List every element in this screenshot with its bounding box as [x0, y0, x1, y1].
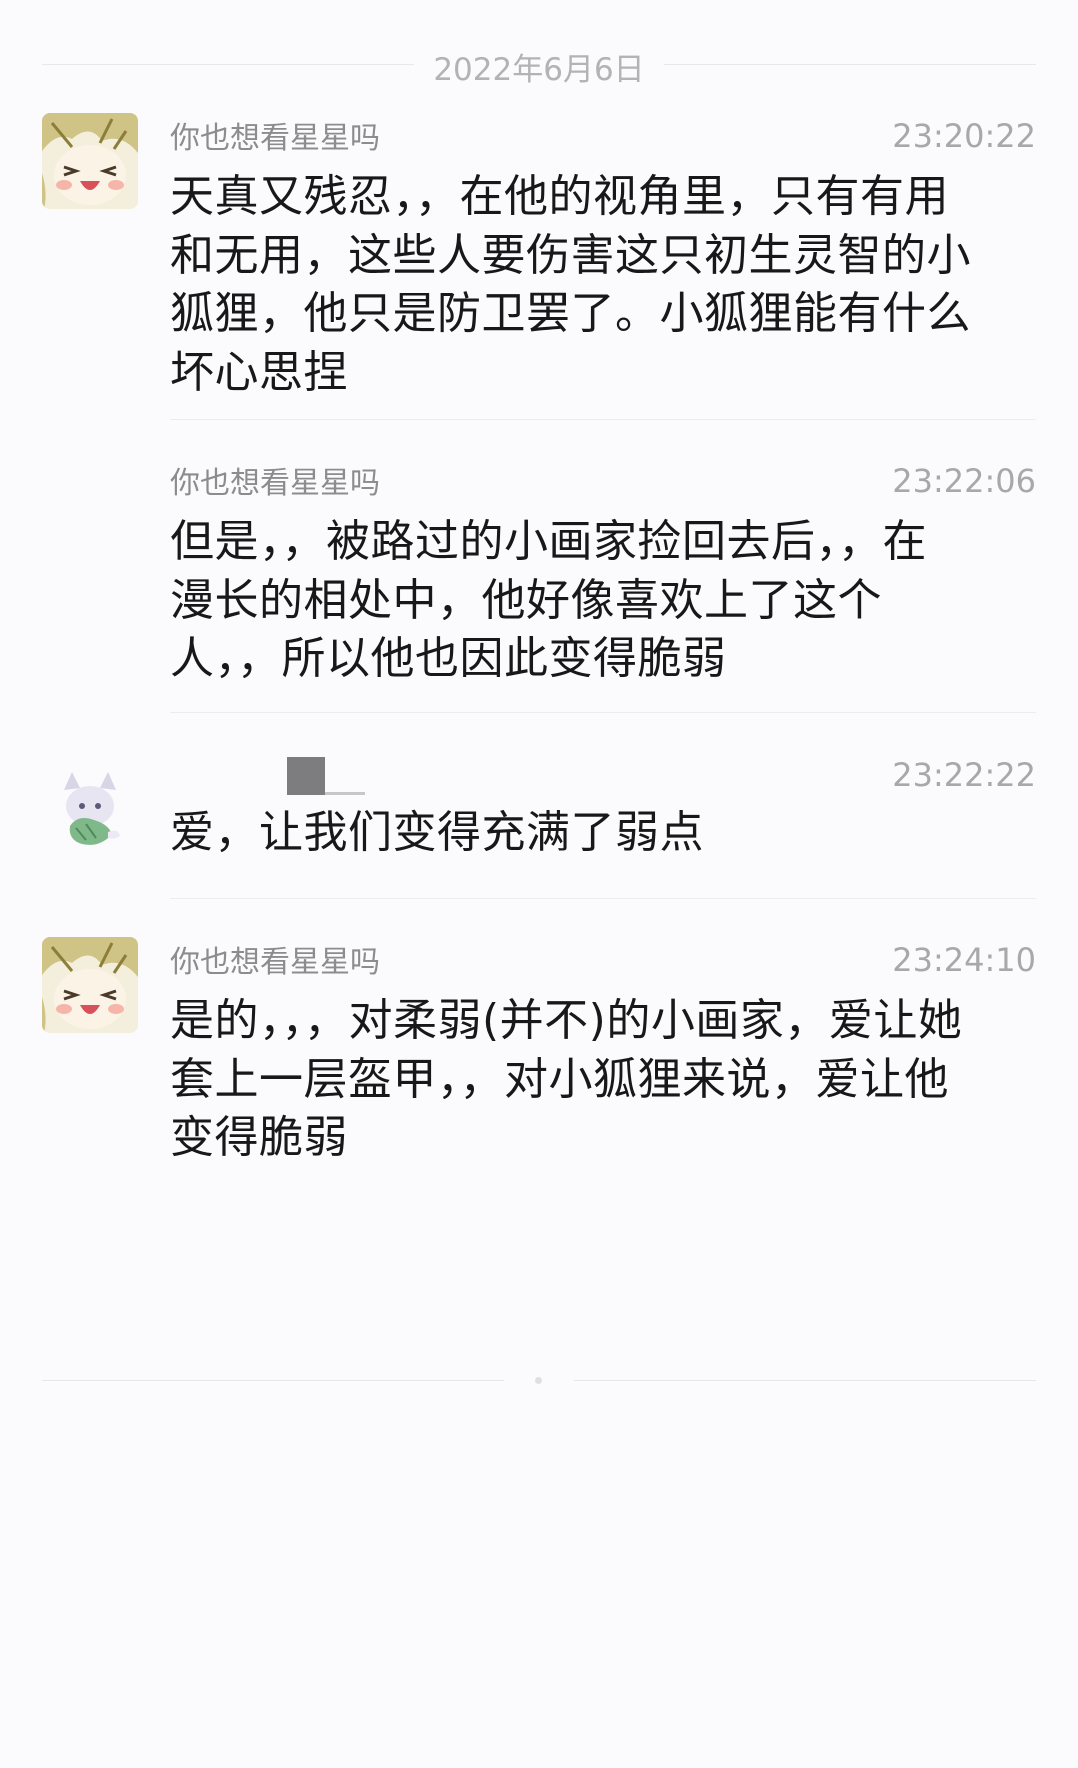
message-separator	[170, 712, 1036, 713]
sender-name: 你也想看星星吗	[170, 121, 380, 156]
message-time: 23:20:22	[892, 117, 1036, 155]
redacted-underline	[325, 792, 365, 795]
anime-boy-avatar-icon[interactable]	[42, 113, 138, 209]
message-time: 23:22:06	[892, 462, 1036, 500]
divider-line-right	[664, 64, 1036, 65]
end-divider-line-right	[574, 1380, 1036, 1381]
end-dot	[535, 1377, 542, 1384]
message-item[interactable]: 23:22:22 爱，让我们变得充满了弱点	[42, 752, 1036, 862]
sender-name: 你也想看星星吗	[170, 945, 380, 980]
end-divider	[42, 1370, 1036, 1390]
date-label: 2022年6月6日	[433, 52, 645, 88]
redacted-name	[287, 757, 325, 795]
end-divider-line-left	[42, 1380, 504, 1381]
message-item[interactable]: 你也想看星星吗 23:24:10 是的，，，对柔弱(并不)的小画家，爱让她 套上…	[42, 937, 1036, 1163]
sender-name: 你也想看星星吗	[170, 466, 380, 501]
message-text: 爱，让我们变得充满了弱点	[170, 807, 704, 858]
message-text: 天真又残忍，，在他的视角里，只有有用 和无用，这些人要伤害这只初生灵智的小 狐狸…	[170, 171, 971, 398]
anime-boy-avatar-icon[interactable]	[42, 937, 138, 1033]
message-text: 是的，，，对柔弱(并不)的小画家，爱让她 套上一层盔甲，，对小狐狸来说，爱让他 …	[170, 995, 963, 1163]
message-separator	[170, 898, 1036, 899]
message-text: 但是，，被路过的小画家捡回去后，，在 漫长的相处中，他好像喜欢上了这个 人，，所…	[170, 516, 927, 684]
message-time: 23:24:10	[892, 941, 1036, 979]
fox-girl-avatar-icon[interactable]	[42, 762, 138, 858]
message-time: 23:22:22	[892, 756, 1036, 794]
message-item[interactable]: 你也想看星星吗 23:20:22 天真又残忍，，在他的视角里，只有有用 和无用，…	[42, 113, 1036, 398]
message-separator	[170, 419, 1036, 420]
divider-line-left	[42, 64, 414, 65]
date-divider: 2022年6月6日	[42, 40, 1036, 90]
message-item[interactable]: 你也想看星星吗 23:22:06 但是，，被路过的小画家捡回去后，，在 漫长的相…	[42, 458, 1036, 684]
